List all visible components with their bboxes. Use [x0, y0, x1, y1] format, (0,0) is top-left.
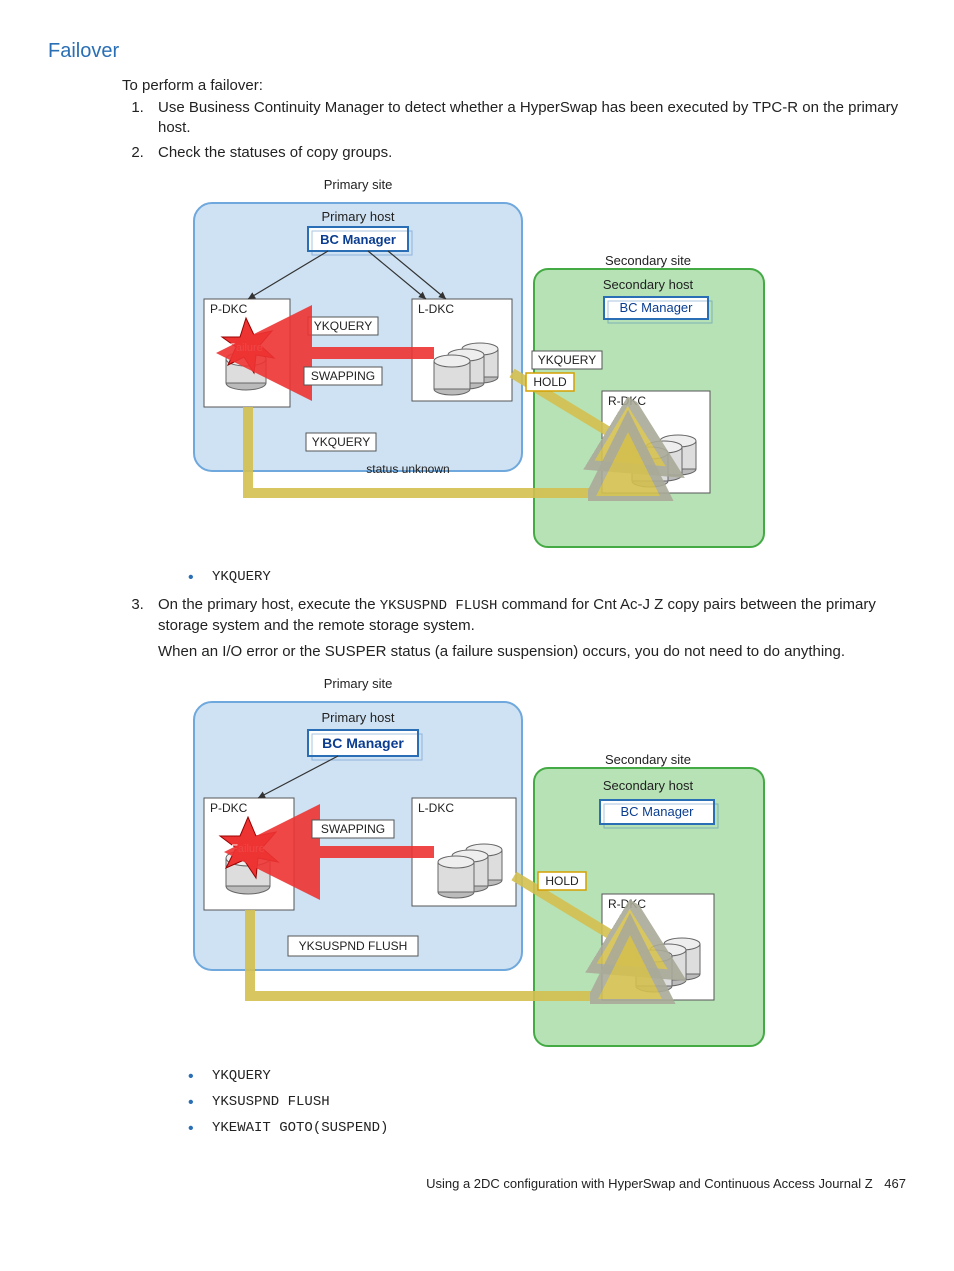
d1-ldkc: L-DKC — [418, 302, 454, 316]
bullets-after-d2: YKQUERY YKSUSPND FLUSH YKEWAIT GOTO(SUSP… — [188, 1068, 906, 1136]
bullet2-0: YKQUERY — [188, 1068, 906, 1084]
d1-secondary-host: Secondary host — [603, 277, 694, 292]
d1-status-unknown: status unknown — [366, 462, 449, 476]
step-1: Use Business Continuity Manager to detec… — [148, 98, 906, 139]
d2-pdkc: P-DKC — [210, 801, 248, 815]
diagram-1: Primary site Primary host Secondary site… — [188, 173, 906, 551]
d2-failure: Failure — [231, 843, 265, 855]
d1-pdkc: P-DKC — [210, 302, 248, 316]
steps-list: Use Business Continuity Manager to detec… — [122, 98, 906, 163]
d2-primary-site: Primary site — [324, 676, 393, 691]
d2-primary-host: Primary host — [322, 710, 395, 725]
intro-text: To perform a failover: — [122, 77, 906, 94]
footer-text: Using a 2DC configuration with HyperSwap… — [426, 1176, 873, 1191]
d2-secondary-host: Secondary host — [603, 778, 694, 793]
d2-yksuspnd-flush: YKSUSPND FLUSH — [299, 939, 408, 953]
d1-secondary-site: Secondary site — [605, 253, 691, 268]
step-3: On the primary host, execute the YKSUSPN… — [148, 595, 906, 662]
d1-primary-host: Primary host — [322, 209, 395, 224]
d2-secondary-site: Secondary site — [605, 752, 691, 767]
d2-bc-primary: BC Manager — [322, 735, 404, 751]
bullet2-1: YKSUSPND FLUSH — [188, 1094, 906, 1110]
steps-list-cont: On the primary host, execute the YKSUSPN… — [122, 595, 906, 662]
section-heading: Failover — [48, 40, 906, 63]
d1-failure: Failure — [229, 342, 263, 354]
step-3-note: When an I/O error or the SUSPER status (… — [158, 642, 906, 662]
d1-ykquery-2: YKQUERY — [538, 353, 596, 367]
bullets-after-d1: YKQUERY — [188, 569, 906, 585]
step-2: Check the statuses of copy groups. — [148, 143, 906, 163]
d1-hold: HOLD — [533, 375, 567, 389]
d2-bc-secondary: BC Manager — [621, 804, 695, 819]
code-yksuspnd-flush: YKSUSPND FLUSH — [380, 598, 498, 614]
d2-hold: HOLD — [545, 874, 579, 888]
d1-ykquery-3: YKQUERY — [312, 435, 370, 449]
d2-swapping: SWAPPING — [321, 822, 385, 836]
d1-primary-site: Primary site — [324, 177, 393, 192]
d2-ldkc: L-DKC — [418, 801, 454, 815]
d1-rdkc: R-DKC — [608, 394, 646, 408]
bullet-ykquery: YKQUERY — [188, 569, 906, 585]
d1-bc-secondary: BC Manager — [620, 300, 694, 315]
diagram-2: Primary site Primary host Secondary site… — [188, 672, 906, 1050]
page-number: 467 — [884, 1176, 906, 1191]
d2-rdkc: R-DKC — [608, 897, 646, 911]
page-footer: Using a 2DC configuration with HyperSwap… — [48, 1176, 906, 1191]
d1-bc-primary: BC Manager — [320, 232, 396, 247]
bullet2-2: YKEWAIT GOTO(SUSPEND) — [188, 1120, 906, 1136]
d1-swapping: SWAPPING — [311, 369, 375, 383]
d1-ykquery-1: YKQUERY — [314, 319, 372, 333]
